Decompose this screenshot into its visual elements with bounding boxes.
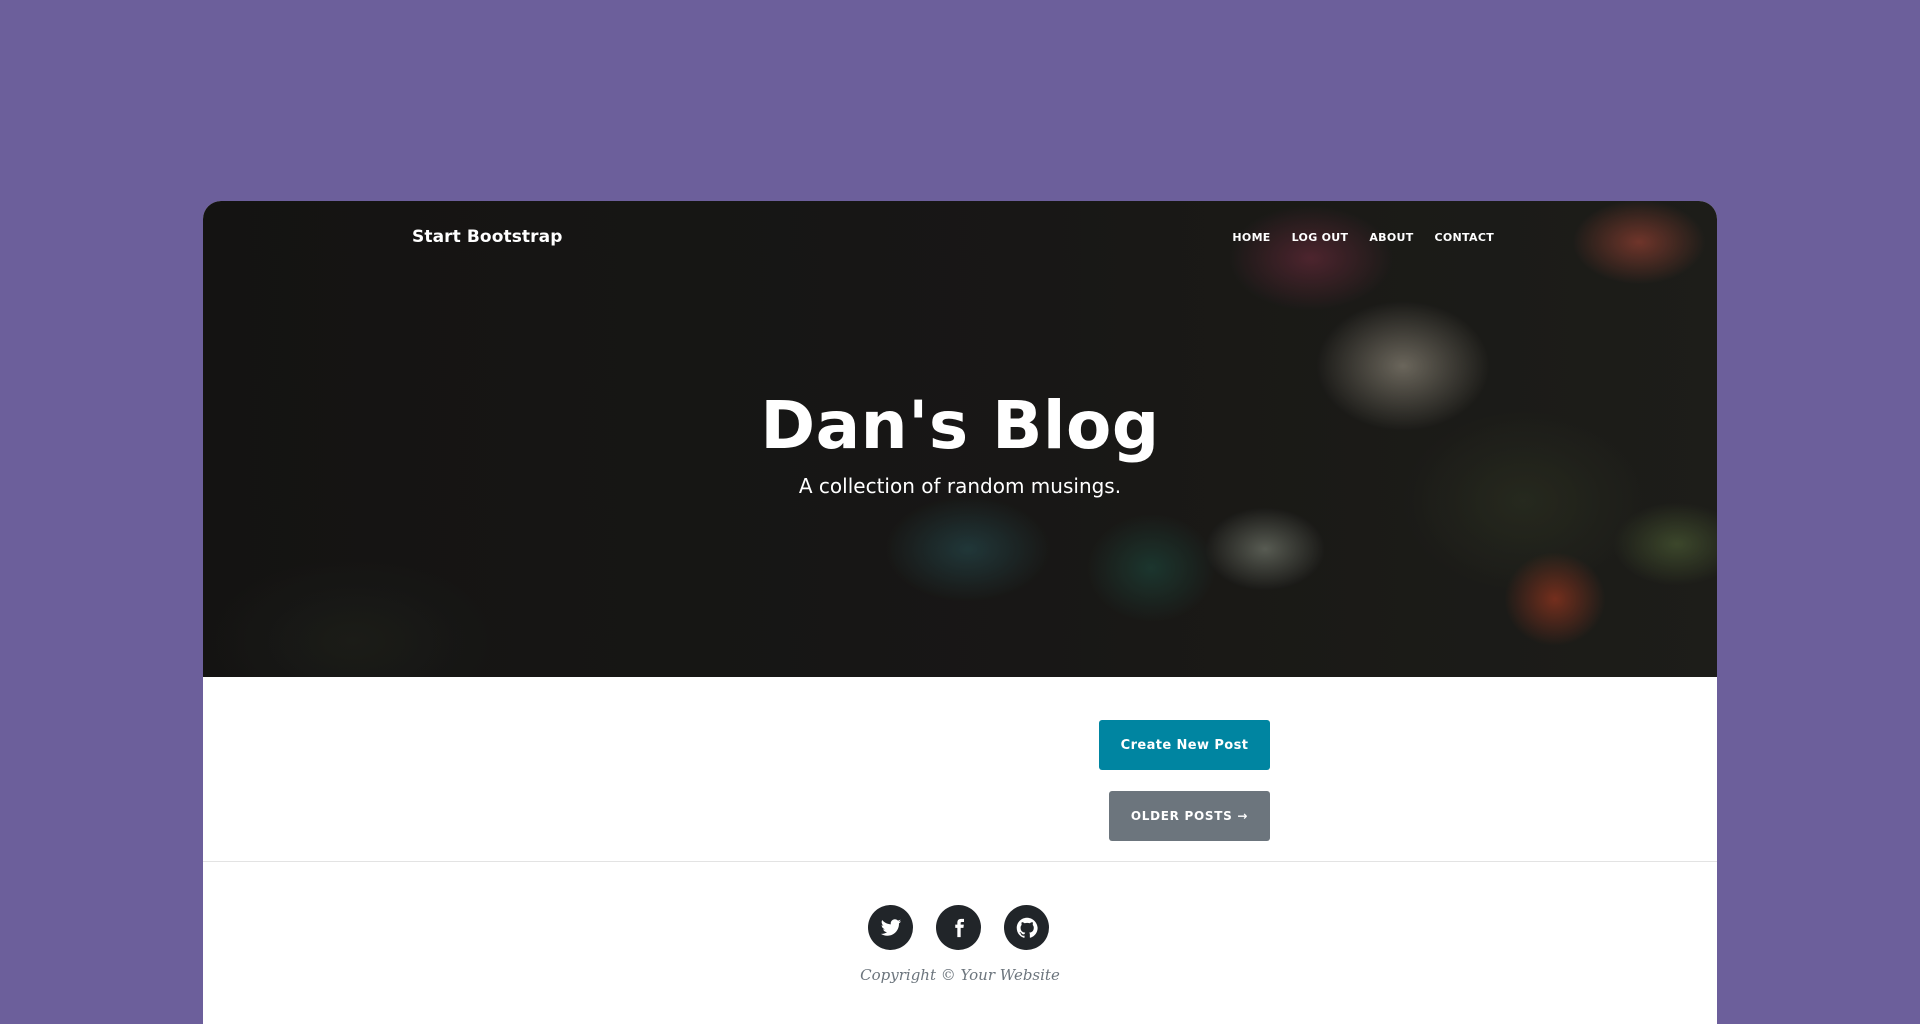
nav-logout-link[interactable]: LOG OUT — [1292, 230, 1349, 246]
site-subtitle: A collection of random musings. — [798, 474, 1122, 498]
navbar: Start Bootstrap HOME LOG OUT ABOUT CONTA… — [203, 201, 1717, 273]
site-title: Dan's Blog — [760, 387, 1160, 464]
twitter-icon[interactable] — [868, 905, 913, 950]
create-post-button[interactable]: Create New Post — [1099, 720, 1270, 770]
social-links — [868, 905, 1049, 950]
nav-home-link[interactable]: HOME — [1232, 230, 1270, 246]
facebook-glyph — [954, 918, 964, 937]
github-icon[interactable] — [1004, 905, 1049, 950]
nav-about-link[interactable]: ABOUT — [1369, 230, 1413, 246]
copyright-text: Copyright © Your Website — [860, 966, 1060, 984]
twitter-glyph — [880, 918, 901, 936]
hero-header: Start Bootstrap HOME LOG OUT ABOUT CONTA… — [203, 201, 1717, 677]
facebook-icon[interactable] — [936, 905, 981, 950]
nav-links: HOME LOG OUT ABOUT CONTACT — [1211, 230, 1494, 246]
nav-contact-link[interactable]: CONTACT — [1435, 230, 1494, 246]
brand-link[interactable]: Start Bootstrap — [412, 227, 562, 247]
page-card: Start Bootstrap HOME LOG OUT ABOUT CONTA… — [203, 201, 1717, 1024]
footer-divider — [203, 861, 1717, 862]
older-posts-button[interactable]: OLDER POSTS → — [1109, 791, 1270, 841]
github-glyph — [1016, 917, 1038, 938]
